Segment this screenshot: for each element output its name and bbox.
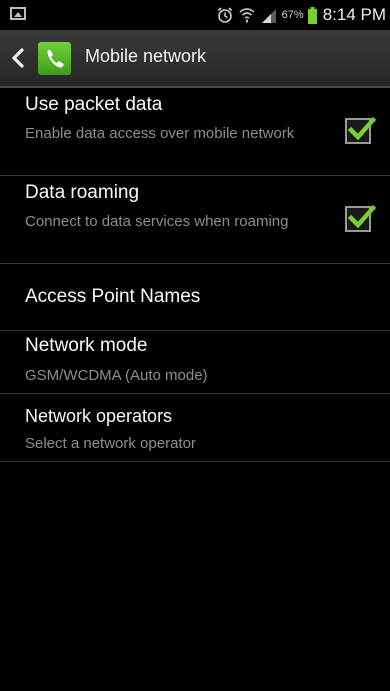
setting-use-packet-data[interactable]: Use packet data Enable data access over … <box>0 88 390 176</box>
setting-subtitle: Connect to data services when roaming <box>25 213 289 230</box>
settings-list: Use packet data Enable data access over … <box>0 88 390 462</box>
status-bar: 67% 8:14 PM <box>0 0 390 30</box>
signal-strength-icon <box>261 9 276 23</box>
setting-network-operators[interactable]: Network operators Select a network opera… <box>0 394 390 462</box>
setting-subtitle: Select a network operator <box>25 435 196 452</box>
phone-app-icon[interactable] <box>38 42 71 75</box>
gallery-notification-icon <box>10 7 26 20</box>
checkmark-icon <box>347 116 376 141</box>
action-bar: Mobile network <box>0 30 390 88</box>
setting-network-mode[interactable]: Network mode GSM/WCDMA (Auto mode) <box>0 331 390 394</box>
battery-icon <box>307 6 317 24</box>
setting-subtitle: GSM/WCDMA (Auto mode) <box>25 367 208 384</box>
status-icons: 67% 8:14 PM <box>216 3 386 27</box>
setting-access-point-names[interactable]: Access Point Names <box>0 264 390 331</box>
setting-data-roaming[interactable]: Data roaming Connect to data services wh… <box>0 176 390 264</box>
wifi-icon <box>239 8 255 23</box>
setting-title: Network operators <box>25 406 173 426</box>
status-time: 8:14 PM <box>322 5 386 24</box>
setting-title: Use packet data <box>25 94 163 115</box>
setting-title: Data roaming <box>25 182 140 203</box>
setting-title: Access Point Names <box>25 286 201 307</box>
packet-data-checkbox[interactable] <box>345 116 376 144</box>
alarm-icon <box>217 7 232 23</box>
data-roaming-checkbox[interactable] <box>345 204 376 232</box>
page-title: Mobile network <box>85 46 207 66</box>
setting-title: Network mode <box>25 335 148 356</box>
checkmark-icon <box>347 204 376 229</box>
setting-subtitle: Enable data access over mobile network <box>25 125 295 142</box>
back-arrow-icon[interactable] <box>8 44 28 72</box>
battery-percent: 67% <box>281 9 304 21</box>
